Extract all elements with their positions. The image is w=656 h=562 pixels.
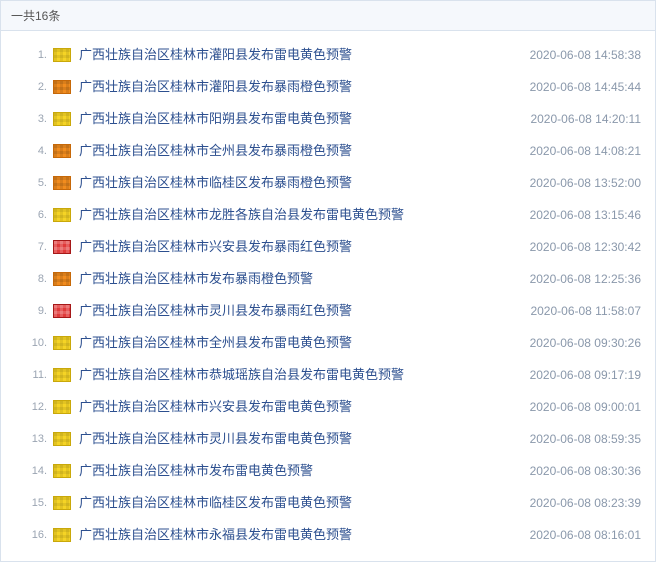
alert-level-icon xyxy=(53,240,71,254)
alert-timestamp: 2020-06-08 14:20:11 xyxy=(520,109,641,129)
alert-timestamp: 2020-06-08 12:30:42 xyxy=(520,237,641,257)
list-item: 13. 广西壮族自治区桂林市灵川县发布雷电黄色预警2020-06-08 08:59… xyxy=(1,423,655,455)
list-item: 5. 广西壮族自治区桂林市临桂区发布暴雨橙色预警2020-06-08 13:52:… xyxy=(1,167,655,199)
alert-timestamp: 2020-06-08 14:08:21 xyxy=(520,141,641,161)
item-index: 4. xyxy=(1,141,53,161)
alert-list: 1. 广西壮族自治区桂林市灌阳县发布雷电黄色预警2020-06-08 14:58:… xyxy=(1,31,655,561)
alert-title-link[interactable]: 广西壮族自治区桂林市灵川县发布雷电黄色预警 xyxy=(79,429,520,449)
alert-title-link[interactable]: 广西壮族自治区桂林市发布暴雨橙色预警 xyxy=(79,269,520,289)
alert-level-icon xyxy=(53,464,71,478)
alert-title-link[interactable]: 广西壮族自治区桂林市永福县发布雷电黄色预警 xyxy=(79,525,520,545)
list-item: 2. 广西壮族自治区桂林市灌阳县发布暴雨橙色预警2020-06-08 14:45:… xyxy=(1,71,655,103)
item-index: 16. xyxy=(1,525,53,545)
alert-level-icon xyxy=(53,496,71,510)
list-item: 9. 广西壮族自治区桂林市灵川县发布暴雨红色预警2020-06-08 11:58:… xyxy=(1,295,655,327)
list-item: 15. 广西壮族自治区桂林市临桂区发布雷电黄色预警2020-06-08 08:23… xyxy=(1,487,655,519)
alert-timestamp: 2020-06-08 13:15:46 xyxy=(520,205,641,225)
list-item: 7. 广西壮族自治区桂林市兴安县发布暴雨红色预警2020-06-08 12:30:… xyxy=(1,231,655,263)
alert-timestamp: 2020-06-08 11:58:07 xyxy=(520,301,641,321)
item-index: 3. xyxy=(1,109,53,129)
item-index: 7. xyxy=(1,237,53,257)
item-index: 5. xyxy=(1,173,53,193)
list-header: 一共16条 xyxy=(1,1,655,31)
item-index: 9. xyxy=(1,301,53,321)
alert-level-icon xyxy=(53,208,71,222)
item-index: 13. xyxy=(1,429,53,449)
alert-level-icon xyxy=(53,80,71,94)
alert-timestamp: 2020-06-08 08:30:36 xyxy=(520,461,641,481)
item-index: 1. xyxy=(1,45,53,65)
alert-level-icon xyxy=(53,112,71,126)
list-item: 6. 广西壮族自治区桂林市龙胜各族自治县发布雷电黄色预警2020-06-08 13… xyxy=(1,199,655,231)
alert-title-link[interactable]: 广西壮族自治区桂林市灌阳县发布雷电黄色预警 xyxy=(79,45,520,65)
alert-title-link[interactable]: 广西壮族自治区桂林市临桂区发布雷电黄色预警 xyxy=(79,493,520,513)
item-index: 8. xyxy=(1,269,53,289)
item-index: 2. xyxy=(1,77,53,97)
list-item: 1. 广西壮族自治区桂林市灌阳县发布雷电黄色预警2020-06-08 14:58:… xyxy=(1,39,655,71)
alert-timestamp: 2020-06-08 09:00:01 xyxy=(520,397,641,417)
item-index: 6. xyxy=(1,205,53,225)
list-item: 14. 广西壮族自治区桂林市发布雷电黄色预警2020-06-08 08:30:36 xyxy=(1,455,655,487)
alert-level-icon xyxy=(53,400,71,414)
alert-title-link[interactable]: 广西壮族自治区桂林市兴安县发布雷电黄色预警 xyxy=(79,397,520,417)
item-index: 10. xyxy=(1,333,53,353)
alert-title-link[interactable]: 广西壮族自治区桂林市全州县发布雷电黄色预警 xyxy=(79,333,520,353)
alert-title-link[interactable]: 广西壮族自治区桂林市阳朔县发布雷电黄色预警 xyxy=(79,109,520,129)
list-item: 8. 广西壮族自治区桂林市发布暴雨橙色预警2020-06-08 12:25:36 xyxy=(1,263,655,295)
item-index: 15. xyxy=(1,493,53,513)
item-index: 14. xyxy=(1,461,53,481)
alert-timestamp: 2020-06-08 09:17:19 xyxy=(520,365,641,385)
alert-timestamp: 2020-06-08 12:25:36 xyxy=(520,269,641,289)
alert-list-container: 一共16条 1.广西壮族自治区桂林市灌阳县发布雷电黄色预警2020-06-08 … xyxy=(0,0,656,562)
list-item: 12. 广西壮族自治区桂林市兴安县发布雷电黄色预警2020-06-08 09:00… xyxy=(1,391,655,423)
list-item: 10. 广西壮族自治区桂林市全州县发布雷电黄色预警2020-06-08 09:30… xyxy=(1,327,655,359)
alert-timestamp: 2020-06-08 13:52:00 xyxy=(520,173,641,193)
list-item: 3. 广西壮族自治区桂林市阳朔县发布雷电黄色预警2020-06-08 14:20:… xyxy=(1,103,655,135)
item-index: 11. xyxy=(1,365,53,385)
alert-timestamp: 2020-06-08 08:16:01 xyxy=(520,525,641,545)
alert-timestamp: 2020-06-08 14:58:38 xyxy=(520,45,641,65)
alert-timestamp: 2020-06-08 08:59:35 xyxy=(520,429,641,449)
alert-timestamp: 2020-06-08 09:30:26 xyxy=(520,333,641,353)
alert-level-icon xyxy=(53,304,71,318)
alert-level-icon xyxy=(53,48,71,62)
item-index: 12. xyxy=(1,397,53,417)
alert-level-icon xyxy=(53,176,71,190)
alert-title-link[interactable]: 广西壮族自治区桂林市兴安县发布暴雨红色预警 xyxy=(79,237,520,257)
list-item: 4. 广西壮族自治区桂林市全州县发布暴雨橙色预警2020-06-08 14:08:… xyxy=(1,135,655,167)
alert-level-icon xyxy=(53,144,71,158)
list-item: 16. 广西壮族自治区桂林市永福县发布雷电黄色预警2020-06-08 08:16… xyxy=(1,519,655,551)
alert-title-link[interactable]: 广西壮族自治区桂林市灵川县发布暴雨红色预警 xyxy=(79,301,520,321)
alert-title-link[interactable]: 广西壮族自治区桂林市灌阳县发布暴雨橙色预警 xyxy=(79,77,520,97)
alert-title-link[interactable]: 广西壮族自治区桂林市发布雷电黄色预警 xyxy=(79,461,520,481)
alert-level-icon xyxy=(53,368,71,382)
alert-level-icon xyxy=(53,272,71,286)
alert-timestamp: 2020-06-08 14:45:44 xyxy=(520,77,641,97)
alert-timestamp: 2020-06-08 08:23:39 xyxy=(520,493,641,513)
alert-title-link[interactable]: 广西壮族自治区桂林市临桂区发布暴雨橙色预警 xyxy=(79,173,520,193)
alert-level-icon xyxy=(53,336,71,350)
total-count-text: 一共16条 xyxy=(11,9,60,23)
alert-title-link[interactable]: 广西壮族自治区桂林市恭城瑶族自治县发布雷电黄色预警 xyxy=(79,365,520,385)
alert-title-link[interactable]: 广西壮族自治区桂林市龙胜各族自治县发布雷电黄色预警 xyxy=(79,205,520,225)
alert-level-icon xyxy=(53,528,71,542)
alert-level-icon xyxy=(53,432,71,446)
list-item: 11. 广西壮族自治区桂林市恭城瑶族自治县发布雷电黄色预警2020-06-08 0… xyxy=(1,359,655,391)
alert-title-link[interactable]: 广西壮族自治区桂林市全州县发布暴雨橙色预警 xyxy=(79,141,520,161)
